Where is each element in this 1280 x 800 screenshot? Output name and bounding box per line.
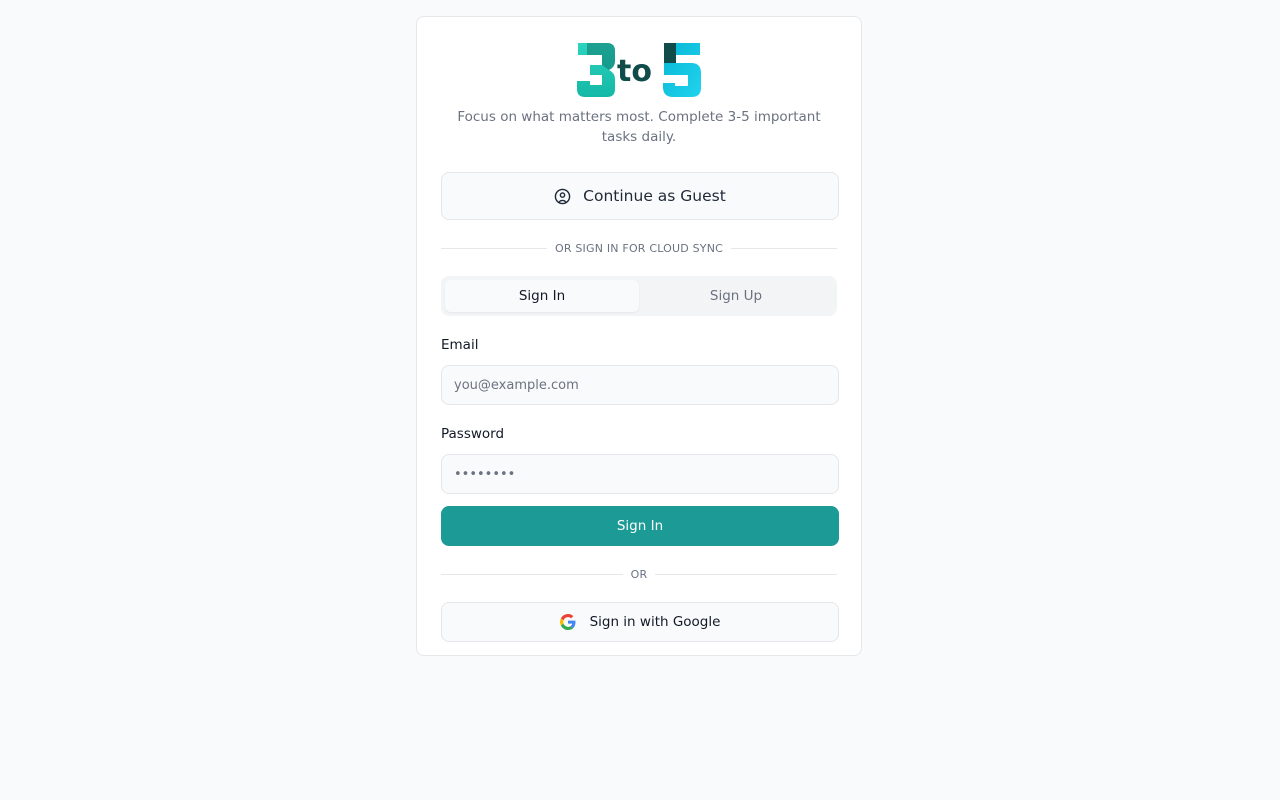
google-sign-in-button[interactable]: Sign in with Google <box>441 602 839 642</box>
google-icon <box>559 614 576 630</box>
divider-line <box>441 247 547 249</box>
continue-as-guest-label: Continue as Guest <box>583 187 726 205</box>
or-divider-text: OR <box>630 567 648 581</box>
cloud-sync-divider: OR SIGN IN FOR CLOUD SYNC <box>441 240 838 256</box>
sign-in-submit-button[interactable]: Sign In <box>441 506 839 546</box>
password-label: Password <box>441 426 505 442</box>
logo-text: to <box>617 54 652 89</box>
app-logo: to <box>577 43 701 97</box>
divider-line <box>441 573 623 575</box>
auth-card: to Focus on what matters most. Complete … <box>416 16 862 656</box>
user-circle-icon <box>554 188 571 204</box>
auth-tabs: Sign In Sign Up <box>441 276 837 316</box>
cloud-sync-divider-text: OR SIGN IN FOR CLOUD SYNC <box>554 241 724 255</box>
email-label: Email <box>441 337 479 353</box>
tab-sign-in[interactable]: Sign In <box>445 280 639 312</box>
tagline: Focus on what matters most. Complete 3-5… <box>457 109 821 145</box>
email-field[interactable] <box>441 365 839 405</box>
tab-sign-up[interactable]: Sign Up <box>639 280 833 312</box>
or-divider: OR <box>441 566 838 582</box>
continue-as-guest-button[interactable]: Continue as Guest <box>441 172 839 220</box>
google-sign-in-label: Sign in with Google <box>589 614 721 630</box>
divider-line <box>731 247 838 249</box>
password-field[interactable] <box>441 454 839 494</box>
divider-line <box>655 573 838 575</box>
